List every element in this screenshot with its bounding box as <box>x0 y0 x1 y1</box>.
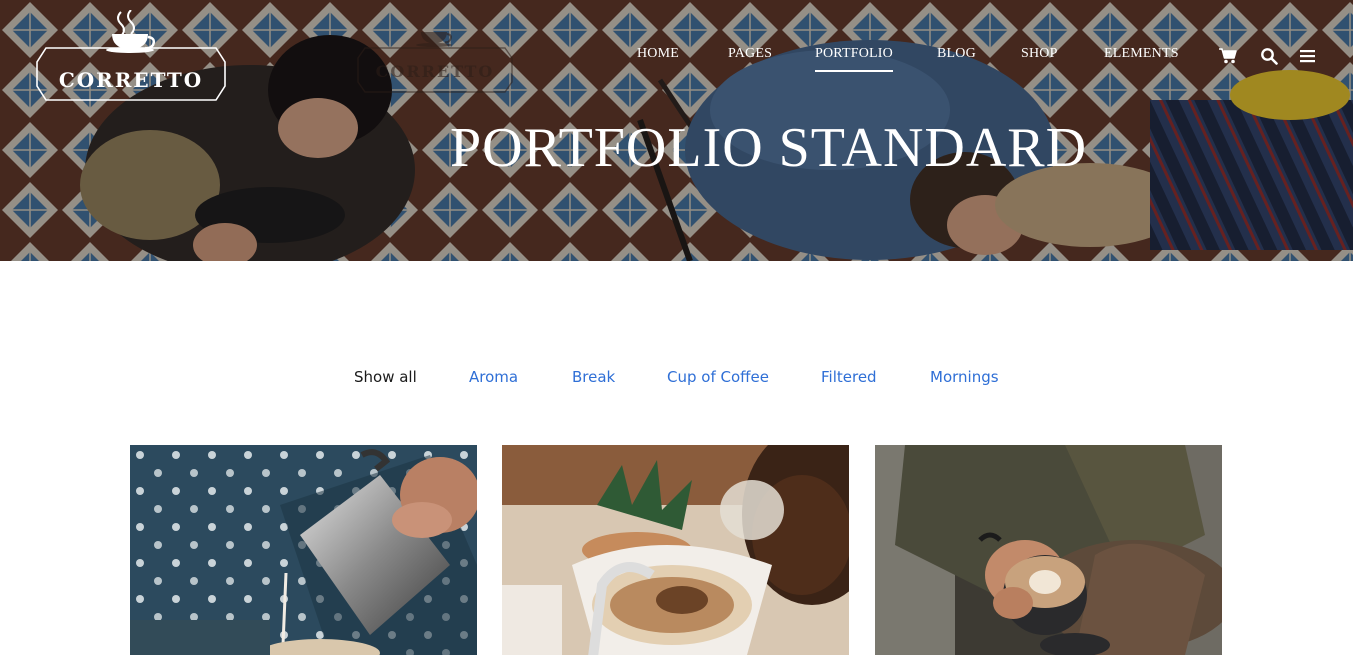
filter-mornings[interactable]: Mornings <box>930 368 999 386</box>
nav-item-elements[interactable]: ELEMENTS <box>1104 46 1179 62</box>
nav-item-blog[interactable]: BLOG <box>937 46 976 62</box>
filter-aroma[interactable]: Aroma <box>469 368 518 386</box>
background-logo-text: CORRETTO <box>375 62 495 81</box>
filter-break[interactable]: Break <box>572 368 615 386</box>
portfolio-item-1[interactable] <box>130 445 477 655</box>
portfolio-item-3[interactable] <box>875 445 1222 655</box>
nav-item-home[interactable]: HOME <box>637 46 679 62</box>
coffee-cup-sign-icon <box>357 32 513 93</box>
cart-icon[interactable] <box>1218 47 1238 65</box>
filter-filtered[interactable]: Filtered <box>821 368 877 386</box>
hero-banner: CORRETTO CORRETTO HOME PAGES PORTFOLIO B… <box>0 0 1353 261</box>
brand-name: CORRETTO <box>58 68 204 92</box>
nav-item-pages[interactable]: PAGES <box>728 46 772 62</box>
filter-show-all[interactable]: Show all <box>354 368 417 386</box>
filter-cup-of-coffee[interactable]: Cup of Coffee <box>667 368 769 386</box>
background-logo-sign: CORRETTO <box>357 18 513 94</box>
latte-cup-in-hands-photo <box>875 445 1222 655</box>
menu-icon[interactable] <box>1299 47 1317 65</box>
page-title: PORTFOLIO STANDARD <box>450 117 1088 179</box>
portfolio-item-2[interactable] <box>502 445 849 655</box>
nav-item-portfolio[interactable]: PORTFOLIO <box>815 46 893 72</box>
brand-logo[interactable]: CORRETTO <box>36 10 226 102</box>
latte-art-pour-photo <box>130 445 477 655</box>
nav-item-shop[interactable]: SHOP <box>1021 46 1058 62</box>
pour-over-coffee-photo <box>502 445 849 655</box>
search-icon[interactable] <box>1260 47 1278 65</box>
